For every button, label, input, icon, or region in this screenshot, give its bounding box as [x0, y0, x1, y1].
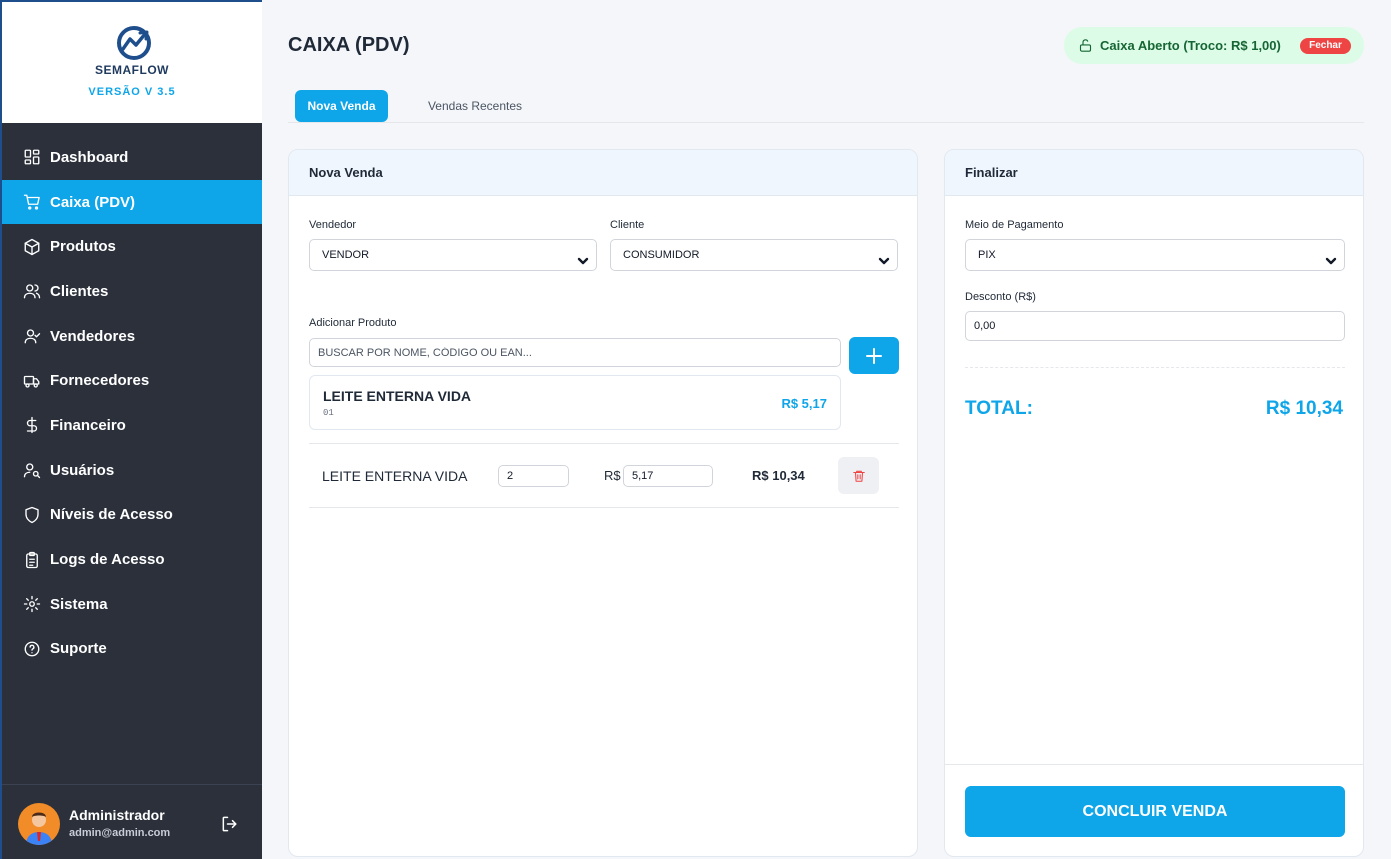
add-product-label: Adicionar Produto: [309, 317, 397, 329]
tab-nova-venda[interactable]: Nova Venda: [295, 90, 388, 122]
suggestion-code: 01: [323, 408, 334, 418]
chevron-down-icon: [577, 249, 589, 265]
sidebar-item-label: Usuários: [50, 461, 115, 479]
brand-version: VERSÃO V 3.5: [88, 86, 176, 98]
sidebar-item-dashboard[interactable]: Dashboard: [2, 135, 262, 180]
cart-icon: [23, 193, 41, 211]
sidebar-item-suporte[interactable]: Suporte: [2, 627, 262, 672]
users-icon: [23, 282, 41, 300]
payment-method-value: PIX: [978, 249, 996, 261]
suggestion-name: LEITE ENTERNA VIDA: [323, 388, 472, 404]
sidebar-item-fornecedores[interactable]: Fornecedores: [2, 358, 262, 403]
sidebar-item-vendedores[interactable]: Vendedores: [2, 314, 262, 359]
new-sale-card-title: Nova Venda: [289, 150, 917, 196]
chevron-down-icon: [1325, 249, 1337, 265]
sidebar: SEMAFLOW VERSÃO V 3.5 Dashboard Caixa (P…: [0, 0, 262, 859]
seller-select-value: VENDOR: [322, 249, 370, 261]
sidebar-item-sistema[interactable]: Sistema: [2, 582, 262, 627]
unlock-icon: [1079, 39, 1092, 52]
sidebar-item-label: Sistema: [50, 595, 108, 613]
truck-icon: [23, 372, 41, 390]
finalize-card: Finalizar Meio de Pagamento PIX Desconto…: [944, 149, 1364, 857]
divider: [965, 367, 1345, 368]
page-title: CAIXA (PDV): [288, 34, 410, 56]
sidebar-item-label: Produtos: [50, 238, 116, 256]
trash-icon: [852, 470, 865, 482]
cash-status-badge: Caixa Aberto (Troco: R$ 1,00) Fechar: [1064, 27, 1364, 64]
sidebar-item-caixa[interactable]: Caixa (PDV): [2, 179, 262, 225]
payment-method-label: Meio de Pagamento: [965, 219, 1064, 231]
client-label: Cliente: [610, 219, 645, 231]
close-cash-button[interactable]: Fechar: [1300, 38, 1351, 54]
sidebar-item-usuarios[interactable]: Usuários: [2, 448, 262, 493]
logout-icon[interactable]: [220, 814, 240, 834]
client-select-value: CONSUMIDOR: [623, 249, 700, 261]
user-area: Administrador admin@admin.com: [2, 784, 262, 859]
cart-item-row: LEITE ENTERNA VIDA R$ R$ 10,34: [309, 443, 899, 508]
sidebar-item-niveis-acesso[interactable]: Níveis de Acesso: [2, 493, 262, 538]
chevron-down-icon: [878, 249, 890, 265]
user-name: Administrador: [69, 807, 165, 823]
tabs: Nova Venda Vendas Recentes: [288, 90, 1364, 123]
sidebar-item-label: Suporte: [50, 640, 107, 658]
sidebar-item-label: Caixa (PDV): [50, 193, 136, 211]
tab-vendas-recentes[interactable]: Vendas Recentes: [412, 90, 538, 122]
add-product-button[interactable]: [849, 337, 899, 374]
semaflow-logo-icon: [117, 26, 151, 60]
sidebar-item-label: Fornecedores: [50, 372, 150, 390]
total-label: TOTAL:: [965, 398, 1033, 419]
sidebar-item-logs-acesso[interactable]: Logs de Acesso: [2, 537, 262, 582]
new-sale-card: Nova Venda Vendedor VENDOR Cliente CONSU…: [288, 149, 918, 857]
sidebar-item-financeiro[interactable]: Financeiro: [2, 403, 262, 448]
cart-item-subtotal: R$ 10,34: [752, 468, 805, 483]
product-suggestion[interactable]: LEITE ENTERNA VIDA 01 R$ 5,17: [309, 375, 841, 430]
cart-item-name: LEITE ENTERNA VIDA: [322, 468, 468, 484]
clipboard-icon: [23, 551, 41, 569]
plus-icon: [866, 347, 882, 364]
dollar-icon: [23, 416, 41, 434]
client-select[interactable]: CONSUMIDOR: [610, 239, 898, 271]
sidebar-item-label: Níveis de Acesso: [50, 506, 173, 524]
conclude-sale-button[interactable]: CONCLUIR VENDA: [965, 786, 1345, 837]
discount-input[interactable]: [965, 311, 1345, 341]
total-value: R$ 10,34: [1265, 398, 1343, 419]
brand: SEMAFLOW VERSÃO V 3.5: [2, 2, 262, 123]
shield-icon: [23, 506, 41, 524]
gear-icon: [23, 595, 41, 613]
cart-item-quantity-input[interactable]: [498, 465, 569, 487]
brand-name: SEMAFLOW: [95, 63, 169, 77]
discount-label: Desconto (R$): [965, 291, 1036, 303]
user-email: admin@admin.com: [69, 827, 171, 839]
sidebar-item-label: Logs de Acesso: [50, 551, 165, 569]
sidebar-item-label: Vendedores: [50, 327, 136, 345]
suggestion-price: R$ 5,17: [781, 396, 827, 411]
avatar[interactable]: [18, 803, 60, 845]
user-key-icon: [23, 461, 41, 479]
user-check-icon: [23, 327, 41, 345]
cart-item-price-input[interactable]: [623, 465, 713, 487]
finalize-card-title: Finalizar: [945, 150, 1363, 196]
seller-label: Vendedor: [309, 219, 357, 231]
sidebar-item-produtos[interactable]: Produtos: [2, 224, 262, 269]
sidebar-item-label: Financeiro: [50, 416, 126, 434]
sidebar-nav: Dashboard Caixa (PDV) Produtos Clientes …: [2, 135, 262, 671]
dashboard-icon: [23, 148, 41, 166]
seller-select[interactable]: VENDOR: [309, 239, 597, 271]
sidebar-item-label: Clientes: [50, 282, 109, 300]
finalize-footer: CONCLUIR VENDA: [945, 764, 1363, 856]
product-search-input[interactable]: [309, 338, 841, 367]
box-icon: [23, 238, 41, 256]
cash-status-text: Caixa Aberto (Troco: R$ 1,00): [1100, 38, 1281, 53]
remove-item-button[interactable]: [838, 457, 879, 494]
help-icon: [23, 640, 41, 658]
sidebar-item-clientes[interactable]: Clientes: [2, 269, 262, 314]
currency-label: R$: [604, 468, 621, 483]
sidebar-item-label: Dashboard: [50, 148, 129, 166]
payment-method-select[interactable]: PIX: [965, 239, 1345, 271]
